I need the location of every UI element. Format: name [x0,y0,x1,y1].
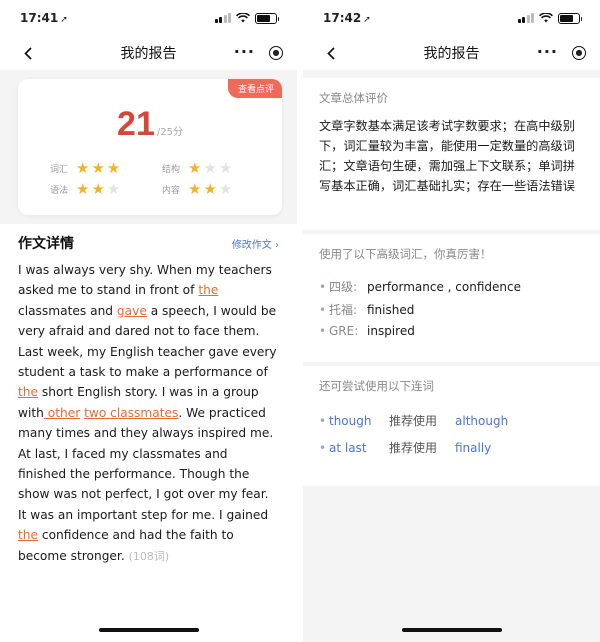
connector-heading: 还可尝试使用以下连词 [319,379,434,393]
star-icon: ★ [106,180,121,198]
rating-label: 词汇 [50,165,69,175]
status-time: 17:41 ➚ [20,11,68,25]
right-screen: 17:42 ➚ 我的报告 ··· ● 文章总体评价 文章字数基本满足该考试字数要求… [303,0,600,642]
essay-detail-title: 作文详情 [18,236,74,252]
score-display: 21/25分 [18,105,282,144]
vocab-level: 托福: [329,303,358,317]
more-icon[interactable]: ··· [537,42,558,61]
score-max: /25分 [156,127,183,138]
star-icon: ★ [218,159,233,177]
star-icon: ★ [91,180,105,198]
back-icon[interactable] [323,44,339,62]
status-bar: 17:42 ➚ [303,0,600,36]
bullet-icon: • [319,413,327,428]
star-icon: ★ [203,180,217,198]
essay-text: I was always very shy. When my teachers … [18,263,277,563]
star-icon: ★ [76,180,90,198]
connector-recommend: 推荐使用 [389,414,438,428]
wifi-icon [236,13,250,23]
rating-item: 结构 ★ ★ ★ [162,161,260,176]
status-time: 17:42 ➚ [323,11,371,25]
star-icon: ★ [106,159,121,177]
highlight: two classmates [84,405,179,420]
advanced-vocab: 使用了以下高级词汇，你真厉害！ • 四级: performance , confid… [303,234,600,362]
left-screen: 17:41 ➚ 我的报告 ··· ● 查看点评 21/25分 词汇 ★ ★ ★ 结构 ★ ★ ★… [0,0,297,642]
highlight: the [198,283,219,298]
bullet-icon: • [319,302,327,317]
essay-detail: 作文详情 修改作文 › I was always very shy. When … [0,224,297,642]
home-indicator[interactable] [401,628,502,632]
star-rating: ★ ★ ★ [76,161,120,176]
vocab-item: • 托福: finished [319,301,584,318]
connector-original: at last [329,440,367,455]
vocab-heading: 使用了以下高级词汇，你真厉害！ [319,247,492,261]
score-value: 21 [117,105,155,143]
highlight: the [18,385,39,400]
page-title: 我的报告 [423,46,480,62]
vocab-words: inspired [367,324,415,338]
home-indicator[interactable] [98,628,199,632]
close-icon[interactable]: ● [572,46,586,60]
star-rating: ★ ★ ★ [76,182,120,197]
connector-recommend: 推荐使用 [389,441,438,455]
vocab-words: finished [367,302,415,317]
star-icon: ★ [188,159,202,177]
star-icon: ★ [218,180,233,198]
connector-suggested: although [455,413,509,428]
word-count: (108词) [128,549,170,563]
vocab-item: • 四级: performance , confidence [319,278,584,295]
highlight: the [18,528,39,543]
star-icon: ★ [188,180,202,198]
connector-item: • at last 推荐使用 finally [319,439,584,456]
star-icon: ★ [91,159,105,177]
rating-item: 词汇 ★ ★ ★ [50,161,148,176]
bullet-icon: • [319,440,327,455]
star-icon: ★ [76,159,90,177]
rating-item: 内容 ★ ★ ★ [162,182,260,197]
view-review-button[interactable]: 查看点评 [227,79,282,98]
more-icon[interactable]: ··· [234,42,255,61]
star-rating: ★ ★ ★ [188,182,232,197]
back-icon[interactable] [20,44,36,62]
rating-label: 内容 [162,186,181,196]
location-icon: ➚ [363,15,371,25]
overall-evaluation: 文章总体评价 文章字数基本满足该考试字数要求；在高中级别下，词汇量较为丰富，能使… [303,78,600,230]
close-icon[interactable]: ● [269,46,283,60]
ratings-grid: 词汇 ★ ★ ★ 结构 ★ ★ ★ 语法 ★ ★ ★ 内容 ★ ★ ★ [50,161,260,197]
overall-text: 文章字数基本满足该考试字数要求；在高中级别下，词汇量较为丰富，能使用一定数量的高… [319,119,575,193]
vocab-level: 四级: [329,280,358,294]
edit-essay-link[interactable]: 修改作文 › [232,236,279,251]
connector-item: • though 推荐使用 although [319,412,584,429]
vocab-item: • GRE: inspired [319,324,584,338]
connector-suggestions: 还可尝试使用以下连词 • though 推荐使用 although • at last 推荐… [303,366,600,486]
nav-bar: 我的报告 ··· ● [303,36,600,70]
signal-icon [517,13,534,23]
vocab-level: GRE: [329,324,359,338]
score-card: 查看点评 21/25分 词汇 ★ ★ ★ 结构 ★ ★ ★ 语法 ★ ★ ★ 内容 ★ ★ ★ [18,79,282,215]
wifi-icon [539,13,553,23]
signal-icon [214,13,231,23]
nav-bar: 我的报告 ··· ● [0,36,297,70]
bullet-icon: • [319,324,327,338]
page-title: 我的报告 [120,46,177,62]
location-icon: ➚ [60,15,68,25]
connector-suggested: finally [455,440,492,455]
star-icon: ★ [203,159,217,177]
battery-icon [255,12,279,24]
status-bar: 17:41 ➚ [0,0,297,36]
score-area: 查看点评 21/25分 词汇 ★ ★ ★ 结构 ★ ★ ★ 语法 ★ ★ ★ 内容 ★ ★ ★ [0,70,297,232]
bullet-icon: • [319,279,327,294]
connector-original: though [329,413,372,428]
rating-item: 语法 ★ ★ ★ [50,182,148,197]
overall-heading: 文章总体评价 [319,91,388,105]
rating-label: 语法 [50,186,69,196]
vocab-words: performance , confidence [367,279,521,294]
star-rating: ★ ★ ★ [188,161,232,176]
rating-label: 结构 [162,165,181,175]
highlight: other [43,405,81,420]
highlight: gave [116,303,147,318]
battery-icon [558,12,582,24]
